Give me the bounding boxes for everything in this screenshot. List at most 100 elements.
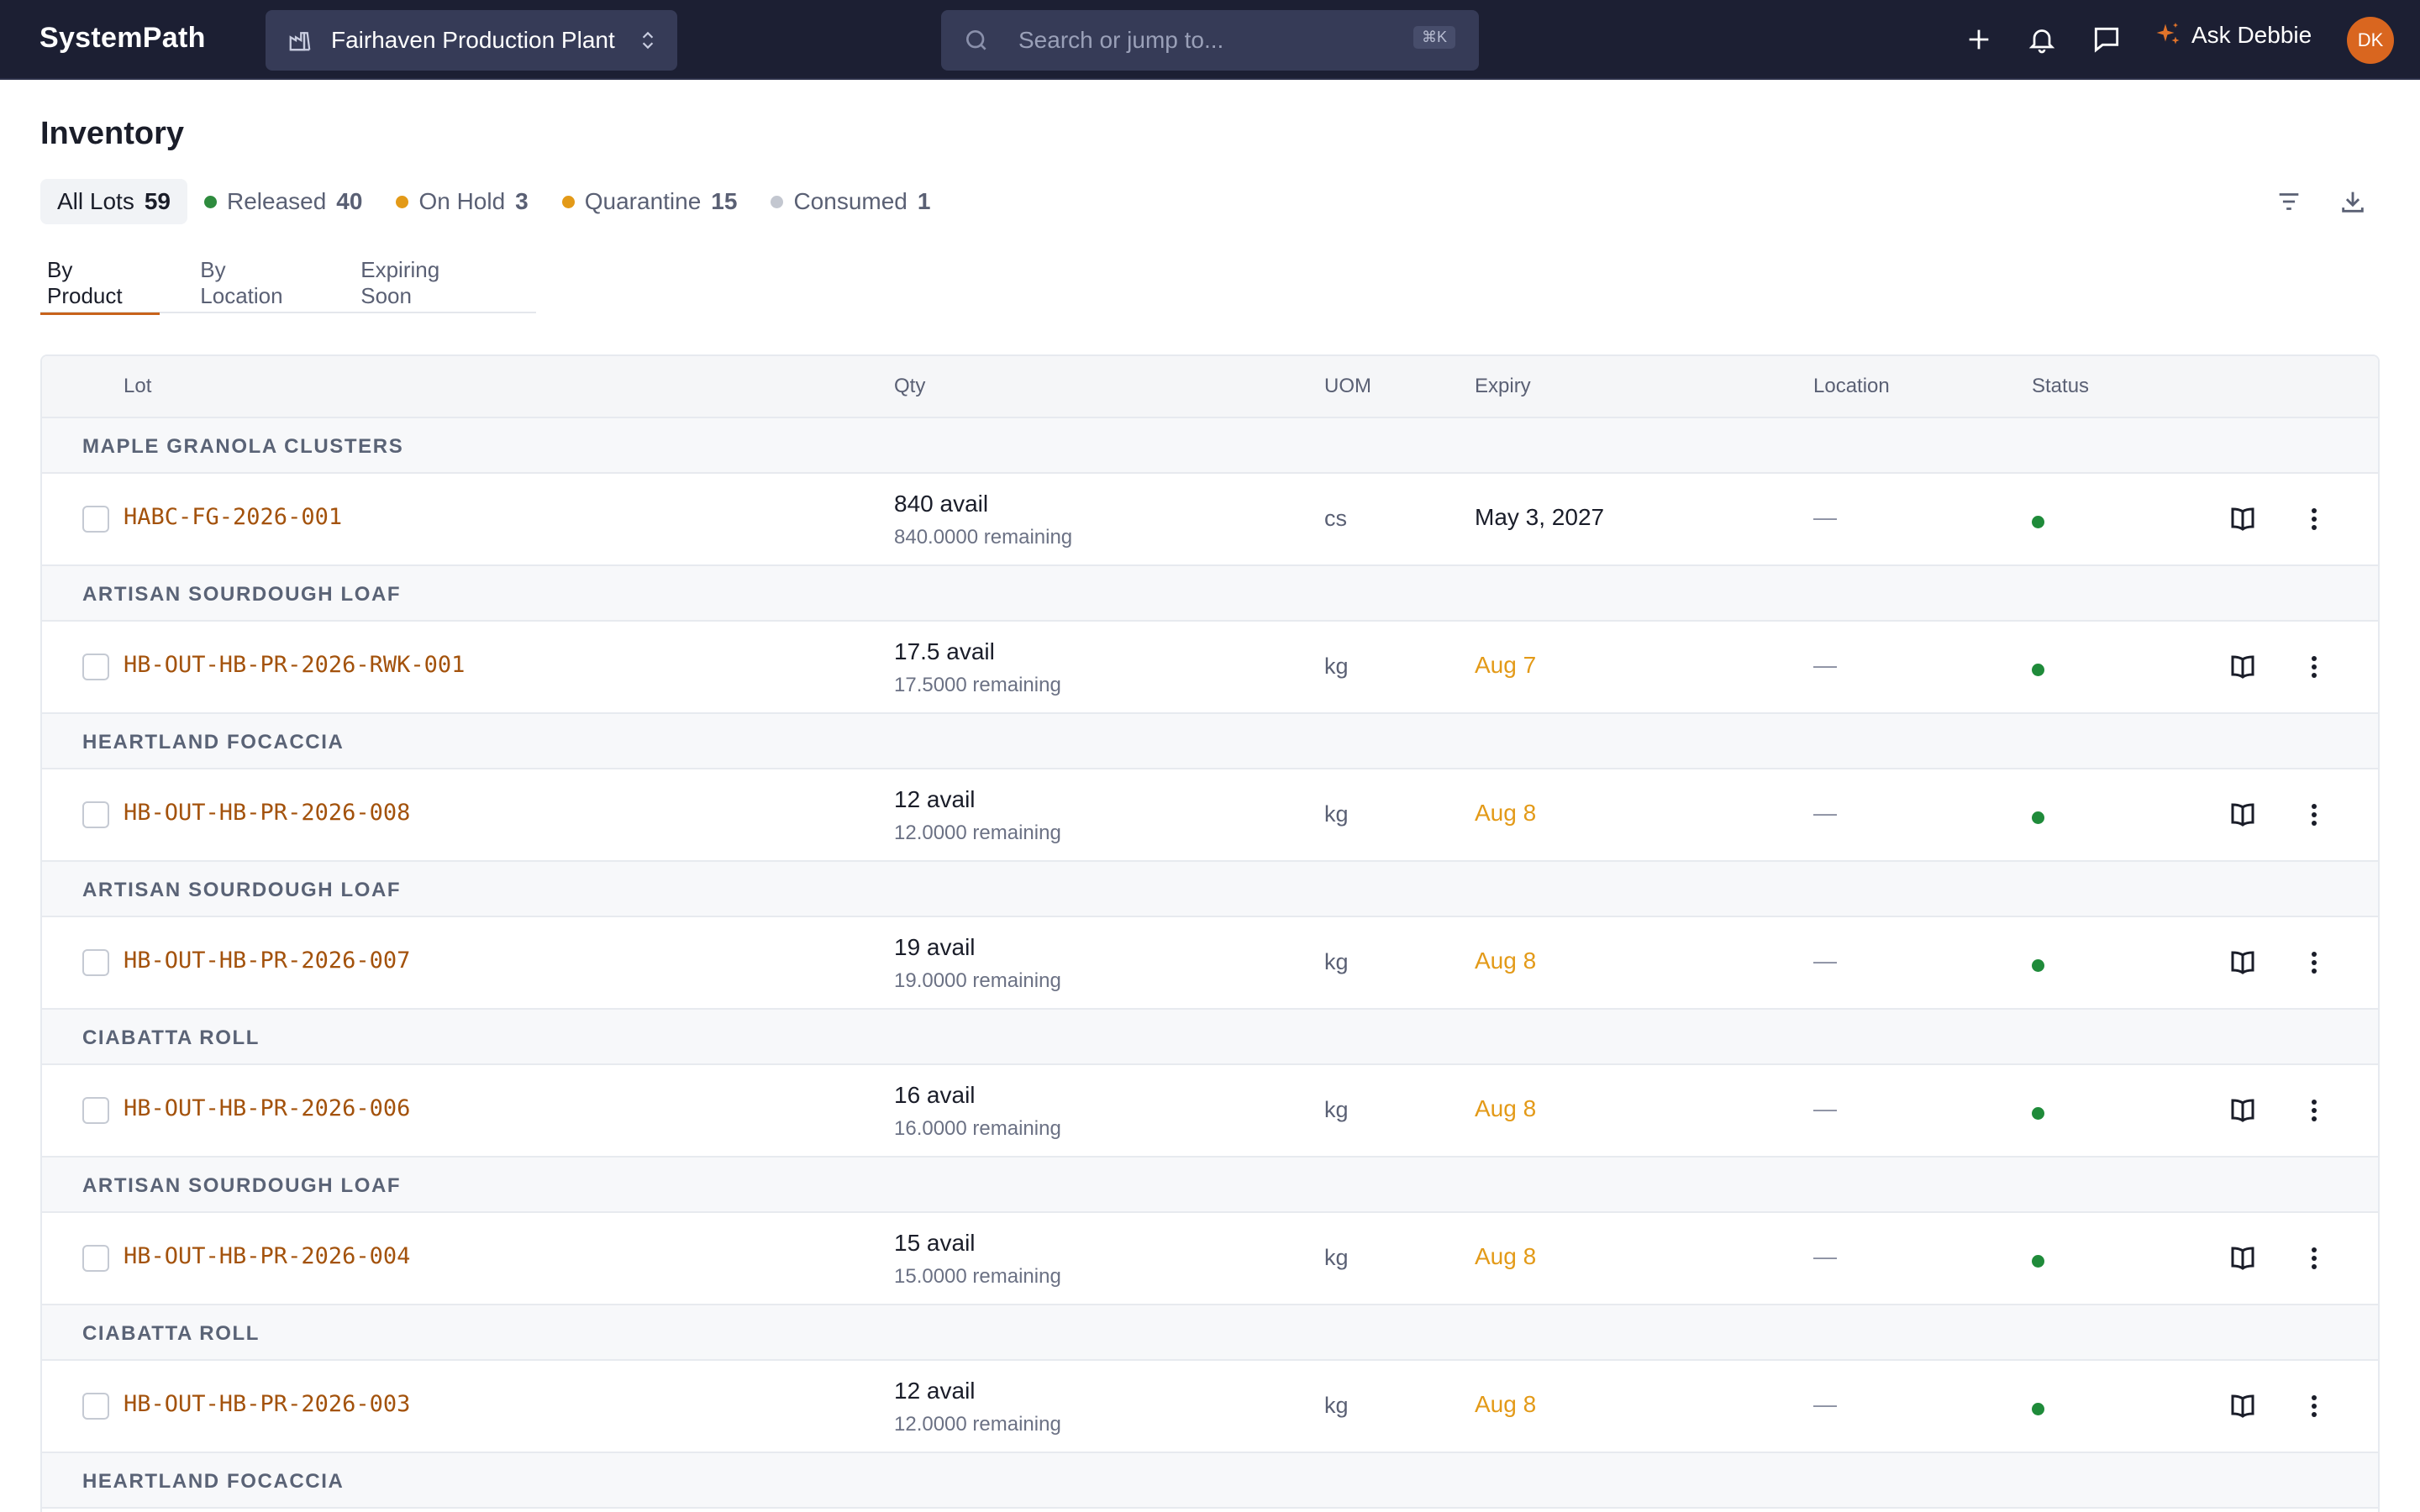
filter-on-hold[interactable]: On Hold 3 — [379, 179, 544, 224]
expiry-date: May 3, 2027 — [1475, 504, 1605, 530]
qty-remaining: 17.5000 remaining — [894, 674, 1061, 696]
download-icon — [2342, 192, 2364, 213]
product-group-header: HEARTLAND FOCACCIA — [42, 1453, 2378, 1509]
column-header-status[interactable]: Status — [2032, 375, 2089, 398]
filter-count: 59 — [144, 188, 171, 214]
lot-number-link[interactable]: HB-OUT-HB-PR-2026-003 — [124, 1391, 410, 1417]
factory-icon — [287, 28, 313, 53]
status-dot-on-hold — [396, 195, 409, 208]
book-icon[interactable] — [2227, 948, 2259, 978]
table-row[interactable]: HB-OUT-HB-PR-2026-003 12 avail 12.0000 rem… — [42, 1361, 2378, 1453]
row-checkbox[interactable] — [82, 654, 109, 680]
uom-value: kg — [1324, 1097, 1349, 1122]
product-group-header: MAPLE GRANOLA CLUSTERS — [42, 418, 2378, 474]
book-icon[interactable] — [2227, 1391, 2259, 1421]
row-checkbox[interactable] — [82, 1097, 109, 1124]
status-dot-quarantine — [561, 195, 575, 208]
book-icon[interactable] — [2227, 800, 2259, 830]
location-value: — — [1813, 800, 1837, 826]
uom-value: cs — [1324, 506, 1347, 531]
book-icon[interactable] — [2227, 652, 2259, 682]
filter-label: All Lots — [57, 188, 134, 214]
product-name: ARTISAN SOURDOUGH LOAF — [82, 1174, 402, 1197]
tab-expiring-soon[interactable]: Expiring Soon — [354, 252, 502, 313]
brand-logo[interactable]: SystemPath — [39, 22, 206, 55]
table-row[interactable]: HB-OUT-HB-PR-2026-006 16 avail 16.0000 rem… — [42, 1065, 2378, 1158]
lot-number-link[interactable]: HB-OUT-HB-PR-2026-007 — [124, 948, 410, 974]
location-value: — — [1813, 1095, 1837, 1121]
qty-remaining: 19.0000 remaining — [894, 969, 1061, 992]
product-name: HEARTLAND FOCACCIA — [82, 1470, 345, 1493]
filter-all-lots[interactable]: All Lots 59 — [40, 179, 187, 224]
expiry-date: Aug 7 — [1475, 652, 1537, 678]
ask-debbie-button[interactable]: Ask Debbie — [2153, 20, 2312, 50]
row-checkbox[interactable] — [82, 506, 109, 533]
search-shortcut-badge: ⌘K — [1413, 26, 1455, 49]
lot-number-link[interactable]: HABC-FG-2026-001 — [124, 504, 342, 530]
qty-available: 17.5 avail — [894, 638, 995, 664]
table-row[interactable]: HABC-FG-2026-001 840 avail 840.0000 remain… — [42, 474, 2378, 566]
filter-count: 40 — [336, 188, 363, 214]
tab-by-product[interactable]: By Product — [40, 252, 160, 315]
table-row[interactable]: HB-OUT-HB-PR-2026-004 15 avail 15.0000 rem… — [42, 1213, 2378, 1305]
more-options-icon[interactable] — [2299, 1095, 2329, 1126]
download-button[interactable] — [2336, 185, 2370, 218]
row-checkbox[interactable] — [82, 1393, 109, 1420]
qty-remaining: 16.0000 remaining — [894, 1117, 1061, 1140]
bell-icon — [2028, 29, 2055, 54]
row-checkbox[interactable] — [82, 949, 109, 976]
search-placeholder: Search or jump to... — [1018, 27, 1224, 53]
qty-remaining: 15.0000 remaining — [894, 1265, 1061, 1288]
lot-number-link[interactable]: HB-OUT-HB-PR-2026-006 — [124, 1095, 410, 1121]
location-value: — — [1813, 652, 1837, 678]
qty-available: 19 avail — [894, 934, 976, 960]
lot-number-link[interactable]: HB-OUT-HB-PR-2026-004 — [124, 1243, 410, 1269]
expiry-date: Aug 8 — [1475, 1095, 1537, 1121]
more-options-icon[interactable] — [2299, 948, 2329, 978]
more-options-icon[interactable] — [2299, 800, 2329, 830]
qty-available: 15 avail — [894, 1230, 976, 1256]
page-title: Inventory — [40, 116, 185, 151]
expiry-date: Aug 8 — [1475, 1391, 1537, 1417]
more-options-icon[interactable] — [2299, 1243, 2329, 1273]
row-checkbox[interactable] — [82, 801, 109, 828]
table-row[interactable]: HB-OUT-HB-PR-2026-007 19 avail 19.0000 rem… — [42, 917, 2378, 1010]
column-header-location[interactable]: Location — [1813, 375, 1890, 398]
user-avatar[interactable]: DK — [2347, 17, 2394, 64]
tab-by-location[interactable]: By Location — [193, 252, 320, 313]
search-icon — [963, 27, 990, 54]
lot-number-link[interactable]: HB-OUT-HB-PR-2026-RWK-001 — [124, 652, 465, 678]
column-header-lot[interactable]: Lot — [124, 375, 151, 398]
messages-button[interactable] — [2089, 22, 2124, 57]
product-name: CIABATTA ROLL — [82, 1322, 260, 1345]
filter-released[interactable]: Released 40 — [187, 179, 379, 224]
qty-available: 12 avail — [894, 786, 976, 812]
book-icon[interactable] — [2227, 504, 2259, 534]
column-header-qty[interactable]: Qty — [894, 375, 925, 398]
expiry-date: Aug 8 — [1475, 1243, 1537, 1269]
column-header-expiry[interactable]: Expiry — [1475, 375, 1531, 398]
filter-count: 1 — [917, 188, 931, 214]
lot-number-link[interactable]: HB-OUT-HB-PR-2026-008 — [124, 800, 410, 826]
more-options-icon[interactable] — [2299, 504, 2329, 534]
book-icon[interactable] — [2227, 1095, 2259, 1126]
book-icon[interactable] — [2227, 1243, 2259, 1273]
filter-label: On Hold — [418, 188, 506, 214]
plus-icon — [1969, 29, 1989, 50]
filter-button[interactable] — [2272, 185, 2306, 218]
table-row[interactable]: HB-OUT-HB-PR-2026-RWK-001 17.5 avail 17.50… — [42, 622, 2378, 714]
location-value: — — [1813, 1391, 1837, 1417]
filter-consumed[interactable]: Consumed 1 — [754, 179, 947, 224]
product-name: CIABATTA ROLL — [82, 1026, 260, 1049]
notifications-button[interactable] — [2024, 22, 2060, 57]
global-search-input[interactable]: Search or jump to... ⌘K — [941, 10, 1479, 71]
more-options-icon[interactable] — [2299, 652, 2329, 682]
plant-selector[interactable]: Fairhaven Production Plant — [266, 10, 677, 71]
more-options-icon[interactable] — [2299, 1391, 2329, 1421]
location-value: — — [1813, 504, 1837, 530]
column-header-uom[interactable]: UOM — [1324, 375, 1371, 398]
create-button[interactable] — [1961, 22, 1996, 57]
table-row[interactable]: HB-OUT-HB-PR-2026-008 12 avail 12.0000 rem… — [42, 769, 2378, 862]
filter-quarantine[interactable]: Quarantine 15 — [545, 179, 755, 224]
row-checkbox[interactable] — [82, 1245, 109, 1272]
